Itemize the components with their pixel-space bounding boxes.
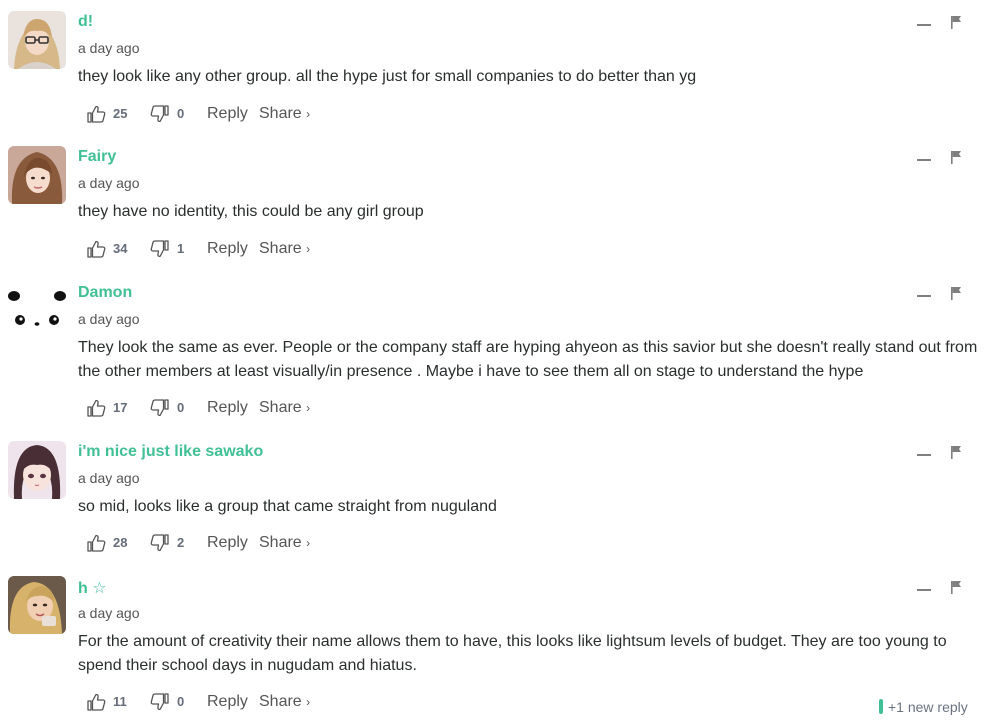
new-reply-indicator[interactable]: +1 new reply xyxy=(879,699,968,719)
flag-icon[interactable] xyxy=(950,286,962,300)
collapse-icon[interactable] xyxy=(917,159,931,161)
like-count: 28 xyxy=(113,535,128,550)
thumbs-down-icon[interactable] xyxy=(150,533,170,553)
reply-button[interactable]: Reply xyxy=(207,531,248,555)
thumbs-down-icon[interactable] xyxy=(150,104,170,124)
chevron-right-icon: › xyxy=(306,242,311,256)
share-button[interactable]: Share › xyxy=(259,237,310,261)
dislike-count: 1 xyxy=(177,241,185,256)
comment: Damon a day ago They look the same as ev… xyxy=(0,282,991,426)
share-button[interactable]: Share › xyxy=(259,531,310,555)
comment-author[interactable]: Fairy xyxy=(78,148,116,166)
comment-text: They look the same as ever. People or th… xyxy=(78,339,978,380)
share-label: Share xyxy=(259,693,302,710)
dislike-count: 0 xyxy=(177,400,185,415)
thumbs-up-icon[interactable] xyxy=(86,533,106,553)
avatar[interactable] xyxy=(8,441,66,499)
comment-author[interactable]: Damon xyxy=(78,284,132,302)
flag-icon[interactable] xyxy=(950,15,962,29)
flag-icon[interactable] xyxy=(950,580,962,594)
new-reply-bar xyxy=(879,699,883,714)
share-button[interactable]: Share › xyxy=(259,396,310,420)
dislike-count: 2 xyxy=(177,535,185,550)
like-count: 25 xyxy=(113,106,128,121)
avatar[interactable] xyxy=(8,146,66,204)
comment: d! a day ago they look like any other gr… xyxy=(0,11,991,131)
comment-timestamp[interactable]: a day ago xyxy=(78,311,140,327)
thumbs-up-icon[interactable] xyxy=(86,104,106,124)
chevron-right-icon: › xyxy=(306,107,311,121)
share-label: Share xyxy=(259,105,302,122)
collapse-icon[interactable] xyxy=(917,24,931,26)
comment-text: they have no identity, this could be any… xyxy=(78,203,424,220)
collapse-icon[interactable] xyxy=(917,589,931,591)
comment: i'm nice just like sawako a day ago so m… xyxy=(0,441,991,561)
collapse-icon[interactable] xyxy=(917,295,931,297)
share-button[interactable]: Share › xyxy=(259,690,310,714)
avatar[interactable] xyxy=(8,282,66,340)
comment-text: so mid, looks like a group that came str… xyxy=(78,498,497,515)
share-label: Share xyxy=(259,399,302,416)
comment-list: d! a day ago they look like any other gr… xyxy=(0,0,991,725)
comment: h ☆ a day ago For the amount of creativi… xyxy=(0,576,991,720)
comment-timestamp[interactable]: a day ago xyxy=(78,605,140,621)
thumbs-down-icon[interactable] xyxy=(150,692,170,712)
thumbs-up-icon[interactable] xyxy=(86,239,106,259)
like-count: 34 xyxy=(113,241,128,256)
dislike-count: 0 xyxy=(177,106,185,121)
comment-text: For the amount of creativity their name … xyxy=(78,633,947,674)
reply-button[interactable]: Reply xyxy=(207,102,248,126)
comment: Fairy a day ago they have no identity, t… xyxy=(0,146,991,266)
thumbs-down-icon[interactable] xyxy=(150,398,170,418)
thumbs-up-icon[interactable] xyxy=(86,398,106,418)
like-count: 11 xyxy=(113,694,127,709)
avatar[interactable] xyxy=(8,576,66,634)
chevron-right-icon: › xyxy=(306,401,311,415)
dislike-count: 0 xyxy=(177,694,185,709)
chevron-right-icon: › xyxy=(306,695,311,709)
share-label: Share xyxy=(259,240,302,257)
comment-timestamp[interactable]: a day ago xyxy=(78,470,140,486)
flag-icon[interactable] xyxy=(950,150,962,164)
collapse-icon[interactable] xyxy=(917,454,931,456)
share-button[interactable]: Share › xyxy=(259,102,310,126)
avatar[interactable] xyxy=(8,11,66,69)
like-count: 17 xyxy=(113,400,128,415)
comment-timestamp[interactable]: a day ago xyxy=(78,40,140,56)
comment-author[interactable]: d! xyxy=(78,13,93,31)
thumbs-down-icon[interactable] xyxy=(150,239,170,259)
comment-author[interactable]: i'm nice just like sawako xyxy=(78,443,263,461)
comment-text: they look like any other group. all the … xyxy=(78,68,697,85)
comment-timestamp[interactable]: a day ago xyxy=(78,175,140,191)
reply-button[interactable]: Reply xyxy=(207,690,248,714)
comment-author[interactable]: h ☆ xyxy=(78,578,107,598)
new-reply-label: +1 new reply xyxy=(888,699,968,715)
reply-button[interactable]: Reply xyxy=(207,396,248,420)
flag-icon[interactable] xyxy=(950,445,962,459)
share-label: Share xyxy=(259,534,302,551)
chevron-right-icon: › xyxy=(306,536,311,550)
reply-button[interactable]: Reply xyxy=(207,237,248,261)
thumbs-up-icon[interactable] xyxy=(86,692,106,712)
